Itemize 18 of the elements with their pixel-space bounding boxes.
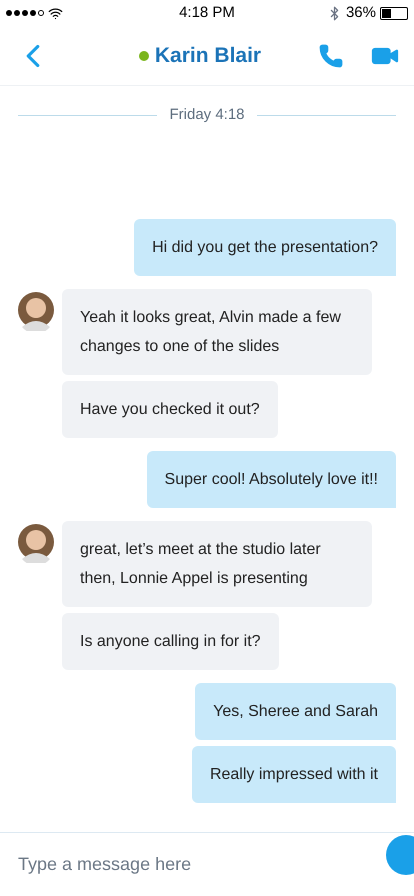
sent-message: Hi did you get the presentation? [134, 218, 396, 276]
received-message: great, let’s meet at the studio later then, Lonnie Appel is presenting [62, 520, 372, 606]
battery-percent: 36% [346, 2, 376, 23]
received-message: Is anyone calling in for it? [62, 612, 279, 670]
call-button[interactable] [318, 42, 344, 68]
wifi-icon [48, 6, 63, 20]
received-message: Have you checked it out? [62, 380, 278, 438]
sent-message: Yes, Sheree and Sarah [195, 682, 396, 740]
signal-icon [6, 10, 44, 16]
received-message: Yeah it looks great, Alvin made a few changes to one of the slides [62, 288, 372, 374]
status-time: 4:18 PM [179, 2, 235, 23]
battery-icon [380, 6, 408, 20]
message-input[interactable]: Type a message here [18, 851, 386, 878]
contact-name: Karin Blair [154, 42, 262, 69]
sent-message: Really impressed with it [192, 746, 396, 802]
date-divider: Friday 4:18 [169, 105, 245, 125]
send-button[interactable] [386, 834, 414, 874]
sent-message: Super cool! Absolutely love it!! [146, 450, 396, 508]
